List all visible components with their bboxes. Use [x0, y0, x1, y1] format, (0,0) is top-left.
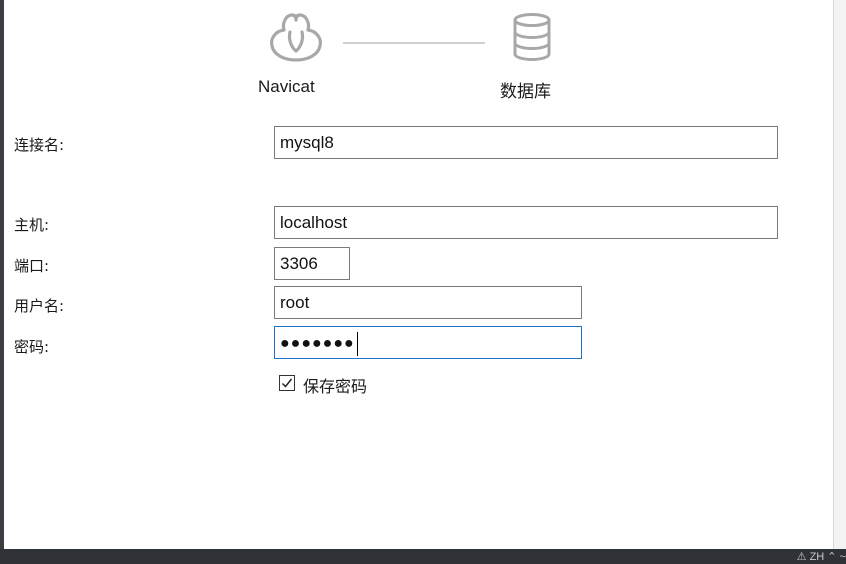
database-icon	[509, 12, 555, 62]
step-label-database: 数据库	[500, 82, 551, 101]
new-connection-dialog: Navicat 数据库 连接名: mysql8 主机: localhost 端口…	[4, 0, 833, 549]
password-label: 密码:	[14, 338, 50, 356]
username-input[interactable]: root	[274, 286, 582, 319]
connection-name-label: 连接名:	[14, 136, 65, 154]
host-label: 主机:	[14, 216, 50, 234]
step-connector	[343, 42, 485, 44]
save-password-label[interactable]: 保存密码	[303, 373, 367, 397]
taskbar-tray-text: ⚠ ZH ⌃ ~	[796, 551, 846, 563]
checkmark-icon	[281, 378, 293, 388]
password-input[interactable]: ●●●●●●●	[274, 326, 582, 359]
host-input[interactable]: localhost	[274, 206, 778, 239]
connection-name-input[interactable]: mysql8	[274, 126, 778, 159]
username-label: 用户名:	[14, 297, 65, 315]
taskbar: ⚠ ZH ⌃ ~	[0, 549, 846, 564]
text-caret	[356, 331, 358, 356]
save-password-checkbox[interactable]	[279, 375, 295, 391]
port-label: 端口:	[14, 257, 50, 275]
scrollbar-track[interactable]	[833, 0, 846, 549]
navicat-logo-icon	[266, 10, 326, 64]
step-label-navicat: Navicat	[258, 77, 315, 96]
port-input[interactable]: 3306	[274, 247, 350, 280]
password-dots: ●●●●●●●	[280, 335, 355, 352]
